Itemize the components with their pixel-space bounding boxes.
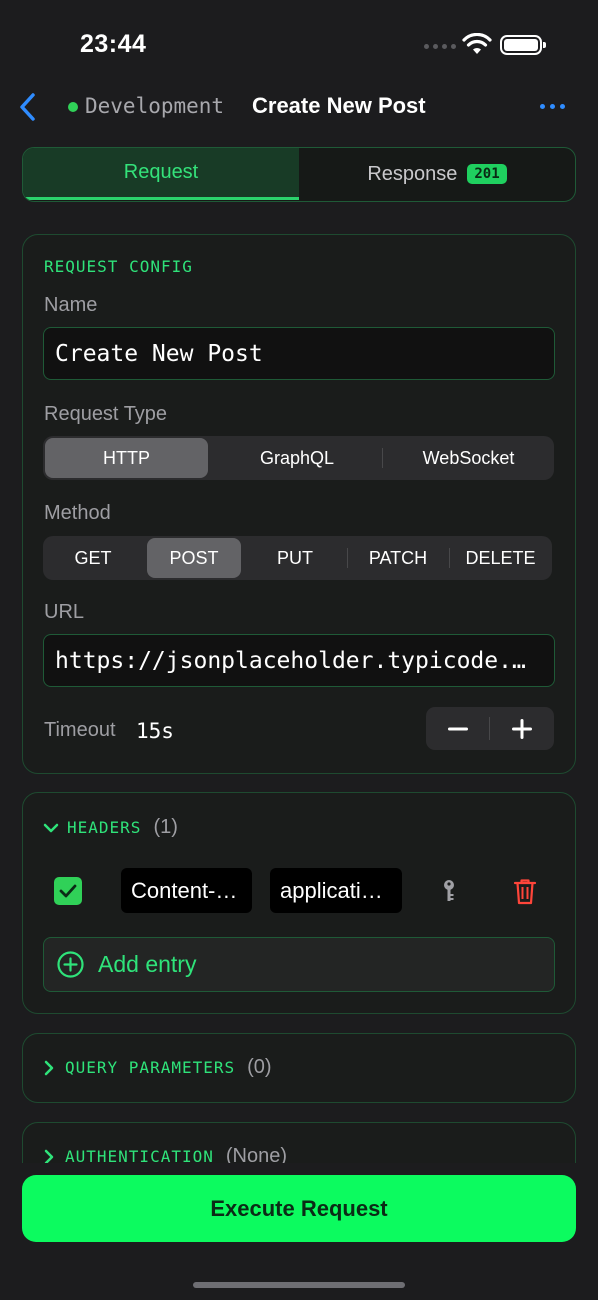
request-config-card: REQUEST CONFIG Name Create New Post Requ… — [22, 234, 576, 774]
method-label: Method — [44, 502, 111, 524]
environment-status-dot — [68, 102, 78, 112]
name-value: Create New Post — [55, 340, 263, 367]
headers-card: HEADERS (1) Content-… applicati… Add ent… — [22, 792, 576, 1014]
method-post[interactable]: POST — [147, 538, 241, 578]
plus-circle-icon — [57, 951, 84, 978]
status-time: 23:44 — [80, 30, 147, 58]
method-delete[interactable]: DELETE — [451, 538, 550, 578]
request-type-selector: HTTP GraphQL WebSocket — [43, 436, 554, 480]
more-options-icon[interactable] — [540, 104, 565, 109]
url-value: https://jsonplaceholder.typicode.… — [55, 647, 526, 674]
segment-divider — [382, 448, 383, 468]
header-key-field[interactable]: Content-… — [121, 868, 252, 913]
header-enabled-checkbox[interactable] — [54, 877, 82, 905]
request-type-http[interactable]: HTTP — [45, 438, 208, 478]
query-parameters-title: QUERY PARAMETERS — [65, 1058, 236, 1077]
tab-response[interactable]: Response 201 — [299, 148, 575, 200]
tab-request-label: Request — [123, 161, 199, 183]
query-parameters-card[interactable]: QUERY PARAMETERS (0) — [22, 1033, 576, 1103]
header-value-field[interactable]: applicati… — [270, 868, 402, 913]
timeout-increment-button[interactable] — [490, 707, 554, 750]
execute-request-button[interactable]: Execute Request — [22, 1175, 576, 1242]
environment-label[interactable]: Development — [85, 94, 224, 118]
method-get[interactable]: GET — [45, 538, 141, 578]
url-field[interactable]: https://jsonplaceholder.typicode.… — [43, 634, 555, 687]
add-header-entry-button[interactable]: Add entry — [43, 937, 555, 992]
request-type-graphql[interactable]: GraphQL — [213, 438, 381, 478]
request-config-title: REQUEST CONFIG — [44, 257, 193, 276]
headers-title: HEADERS — [67, 818, 142, 837]
request-type-websocket[interactable]: WebSocket — [385, 438, 552, 478]
timeout-stepper — [426, 707, 554, 750]
name-label: Name — [44, 294, 98, 316]
response-status-badge: 201 — [467, 164, 507, 184]
key-icon[interactable] — [442, 879, 456, 903]
query-parameters-count: (0) — [247, 1056, 272, 1078]
timeout-decrement-button[interactable] — [426, 707, 490, 750]
header-value-value: applicati… — [280, 877, 383, 903]
chevron-right-icon — [44, 1060, 54, 1075]
status-bar: 23:44 — [0, 0, 598, 90]
timeout-value: 15s — [136, 719, 174, 743]
request-type-label: Request Type — [44, 403, 168, 425]
execute-request-label: Execute Request — [210, 1195, 388, 1221]
headers-count: (1) — [153, 816, 178, 838]
back-chevron-icon[interactable] — [14, 92, 44, 122]
method-patch[interactable]: PATCH — [349, 538, 447, 578]
nav-bar: Development Create New Post — [0, 80, 598, 136]
plus-icon — [512, 718, 532, 739]
tab-request[interactable]: Request — [23, 148, 299, 200]
minus-icon — [448, 727, 468, 730]
timeout-label: Timeout — [44, 719, 116, 741]
home-indicator[interactable] — [193, 1282, 405, 1288]
request-response-tabs: Request Response 201 — [22, 147, 576, 202]
cellular-signal-icon — [424, 44, 456, 49]
method-selector: GET POST PUT PATCH DELETE — [43, 536, 552, 580]
add-entry-label: Add entry — [98, 951, 197, 977]
trash-icon[interactable] — [513, 878, 537, 905]
chevron-down-icon — [43, 823, 59, 832]
tab-response-label: Response — [367, 162, 458, 185]
headers-section-toggle[interactable]: HEADERS (1) — [43, 816, 178, 839]
header-key-value: Content-… — [131, 877, 238, 903]
method-put[interactable]: PUT — [247, 538, 343, 578]
query-parameters-toggle[interactable]: QUERY PARAMETERS (0) — [43, 1056, 272, 1079]
segment-divider — [449, 548, 450, 568]
segment-divider — [347, 548, 348, 568]
name-field[interactable]: Create New Post — [43, 327, 555, 380]
url-label: URL — [44, 601, 85, 623]
page-title: Create New Post — [252, 93, 426, 118]
wifi-icon — [462, 33, 492, 54]
checkmark-icon — [59, 884, 77, 898]
battery-icon — [500, 35, 546, 55]
